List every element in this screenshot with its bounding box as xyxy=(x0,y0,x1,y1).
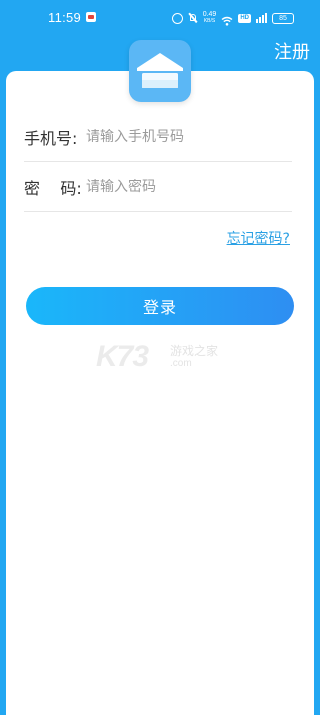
password-label: 密 码: xyxy=(24,179,82,198)
login-card: 手机号: 密 码: 忘记密码? 登录 K73 游戏之家 .com xyxy=(6,71,314,715)
notification-icon xyxy=(86,12,96,22)
phone-field-row: 手机号: xyxy=(24,113,292,162)
status-icons: 0.49 KB/S HD 85 xyxy=(171,11,294,26)
password-field-row: 密 码: xyxy=(24,163,292,212)
alarm-icon xyxy=(171,12,183,24)
forgot-password-link[interactable]: 忘记密码? xyxy=(227,228,290,248)
wifi-icon xyxy=(221,13,233,26)
mute-icon xyxy=(188,13,198,23)
network-speed-unit: KB/S xyxy=(203,18,216,24)
watermark: K73 游戏之家 .com xyxy=(96,338,236,374)
signal-icon xyxy=(256,13,267,23)
network-speed: 0.49 KB/S xyxy=(203,11,217,24)
status-time: 11:59 xyxy=(48,10,82,25)
battery-icon: 85 xyxy=(272,12,294,24)
battery-level: 85 xyxy=(279,14,287,22)
watermark-subtitle: 游戏之家 xyxy=(170,344,219,358)
watermark-logo: K73 xyxy=(96,340,149,373)
status-bar: 11:59 0.49 KB/S HD 85 xyxy=(0,0,320,36)
watermark-domain: .com xyxy=(170,358,192,369)
house-icon xyxy=(137,53,183,88)
phone-label: 手机号: xyxy=(24,129,78,148)
phone-input[interactable] xyxy=(86,129,292,145)
register-link[interactable]: 注册 xyxy=(274,38,310,64)
network-badge: HD xyxy=(238,13,251,23)
app-logo xyxy=(129,40,191,102)
password-input[interactable] xyxy=(86,179,292,195)
login-button[interactable]: 登录 xyxy=(26,287,294,325)
